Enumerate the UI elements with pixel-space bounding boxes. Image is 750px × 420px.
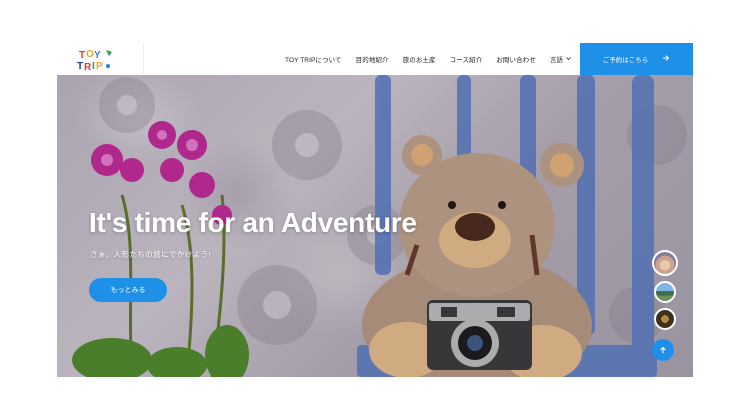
nav-item-contact[interactable]: お問い合わせ	[496, 54, 536, 64]
nav-item-courses[interactable]: コース紹介	[450, 54, 483, 64]
chevron-down-icon	[566, 56, 571, 63]
nav-item-souvenirs[interactable]: 旅のお土産	[403, 54, 436, 64]
svg-text:Y: Y	[94, 50, 101, 61]
more-button[interactable]: もっとみる	[89, 278, 167, 302]
svg-text:T: T	[79, 50, 85, 61]
svg-text:P: P	[96, 61, 103, 71]
toy-trip-logo[interactable]: T O Y T R I P	[75, 47, 123, 73]
slide-thumb-2[interactable]	[654, 281, 676, 303]
main-nav: TOY TRIPについて 目的地紹介 旅のお土産 コース紹介 お問い合わせ 言語	[285, 43, 571, 75]
svg-text:T: T	[77, 61, 83, 71]
language-label: 言語	[549, 57, 564, 64]
arrow-right-icon	[662, 54, 670, 64]
slide-thumbnails	[652, 250, 678, 330]
arrow-up-icon	[659, 341, 667, 359]
reservation-button[interactable]: ご予約はこちら	[580, 43, 693, 75]
site-header: T O Y T R I P TOY TRIPについて 目的地紹介 旅のお土産 コ…	[57, 43, 693, 75]
svg-text:I: I	[92, 61, 95, 71]
hero-title: It's time for an Adventure	[89, 207, 417, 238]
nav-item-destinations[interactable]: 目的地紹介	[356, 54, 389, 64]
language-dropdown[interactable]: 言語	[550, 54, 571, 64]
scroll-to-top-button[interactable]	[652, 339, 674, 361]
nav-item-about[interactable]: TOY TRIPについて	[285, 54, 342, 64]
hero-subtitle: さぁ、人形たちの旅にでかけよう!	[90, 250, 211, 259]
slide-thumb-1[interactable]	[652, 250, 678, 276]
header-divider	[143, 43, 144, 75]
hero-slider: It's time for an Adventure さぁ、人形たちの旅にでかけ…	[57, 75, 693, 377]
slide-thumb-3[interactable]	[654, 308, 676, 330]
svg-text:R: R	[84, 62, 92, 71]
svg-text:O: O	[86, 49, 94, 60]
page-frame: T O Y T R I P TOY TRIPについて 目的地紹介 旅のお土産 コ…	[57, 43, 693, 377]
reservation-button-label: ご予約はこちら	[602, 57, 649, 64]
